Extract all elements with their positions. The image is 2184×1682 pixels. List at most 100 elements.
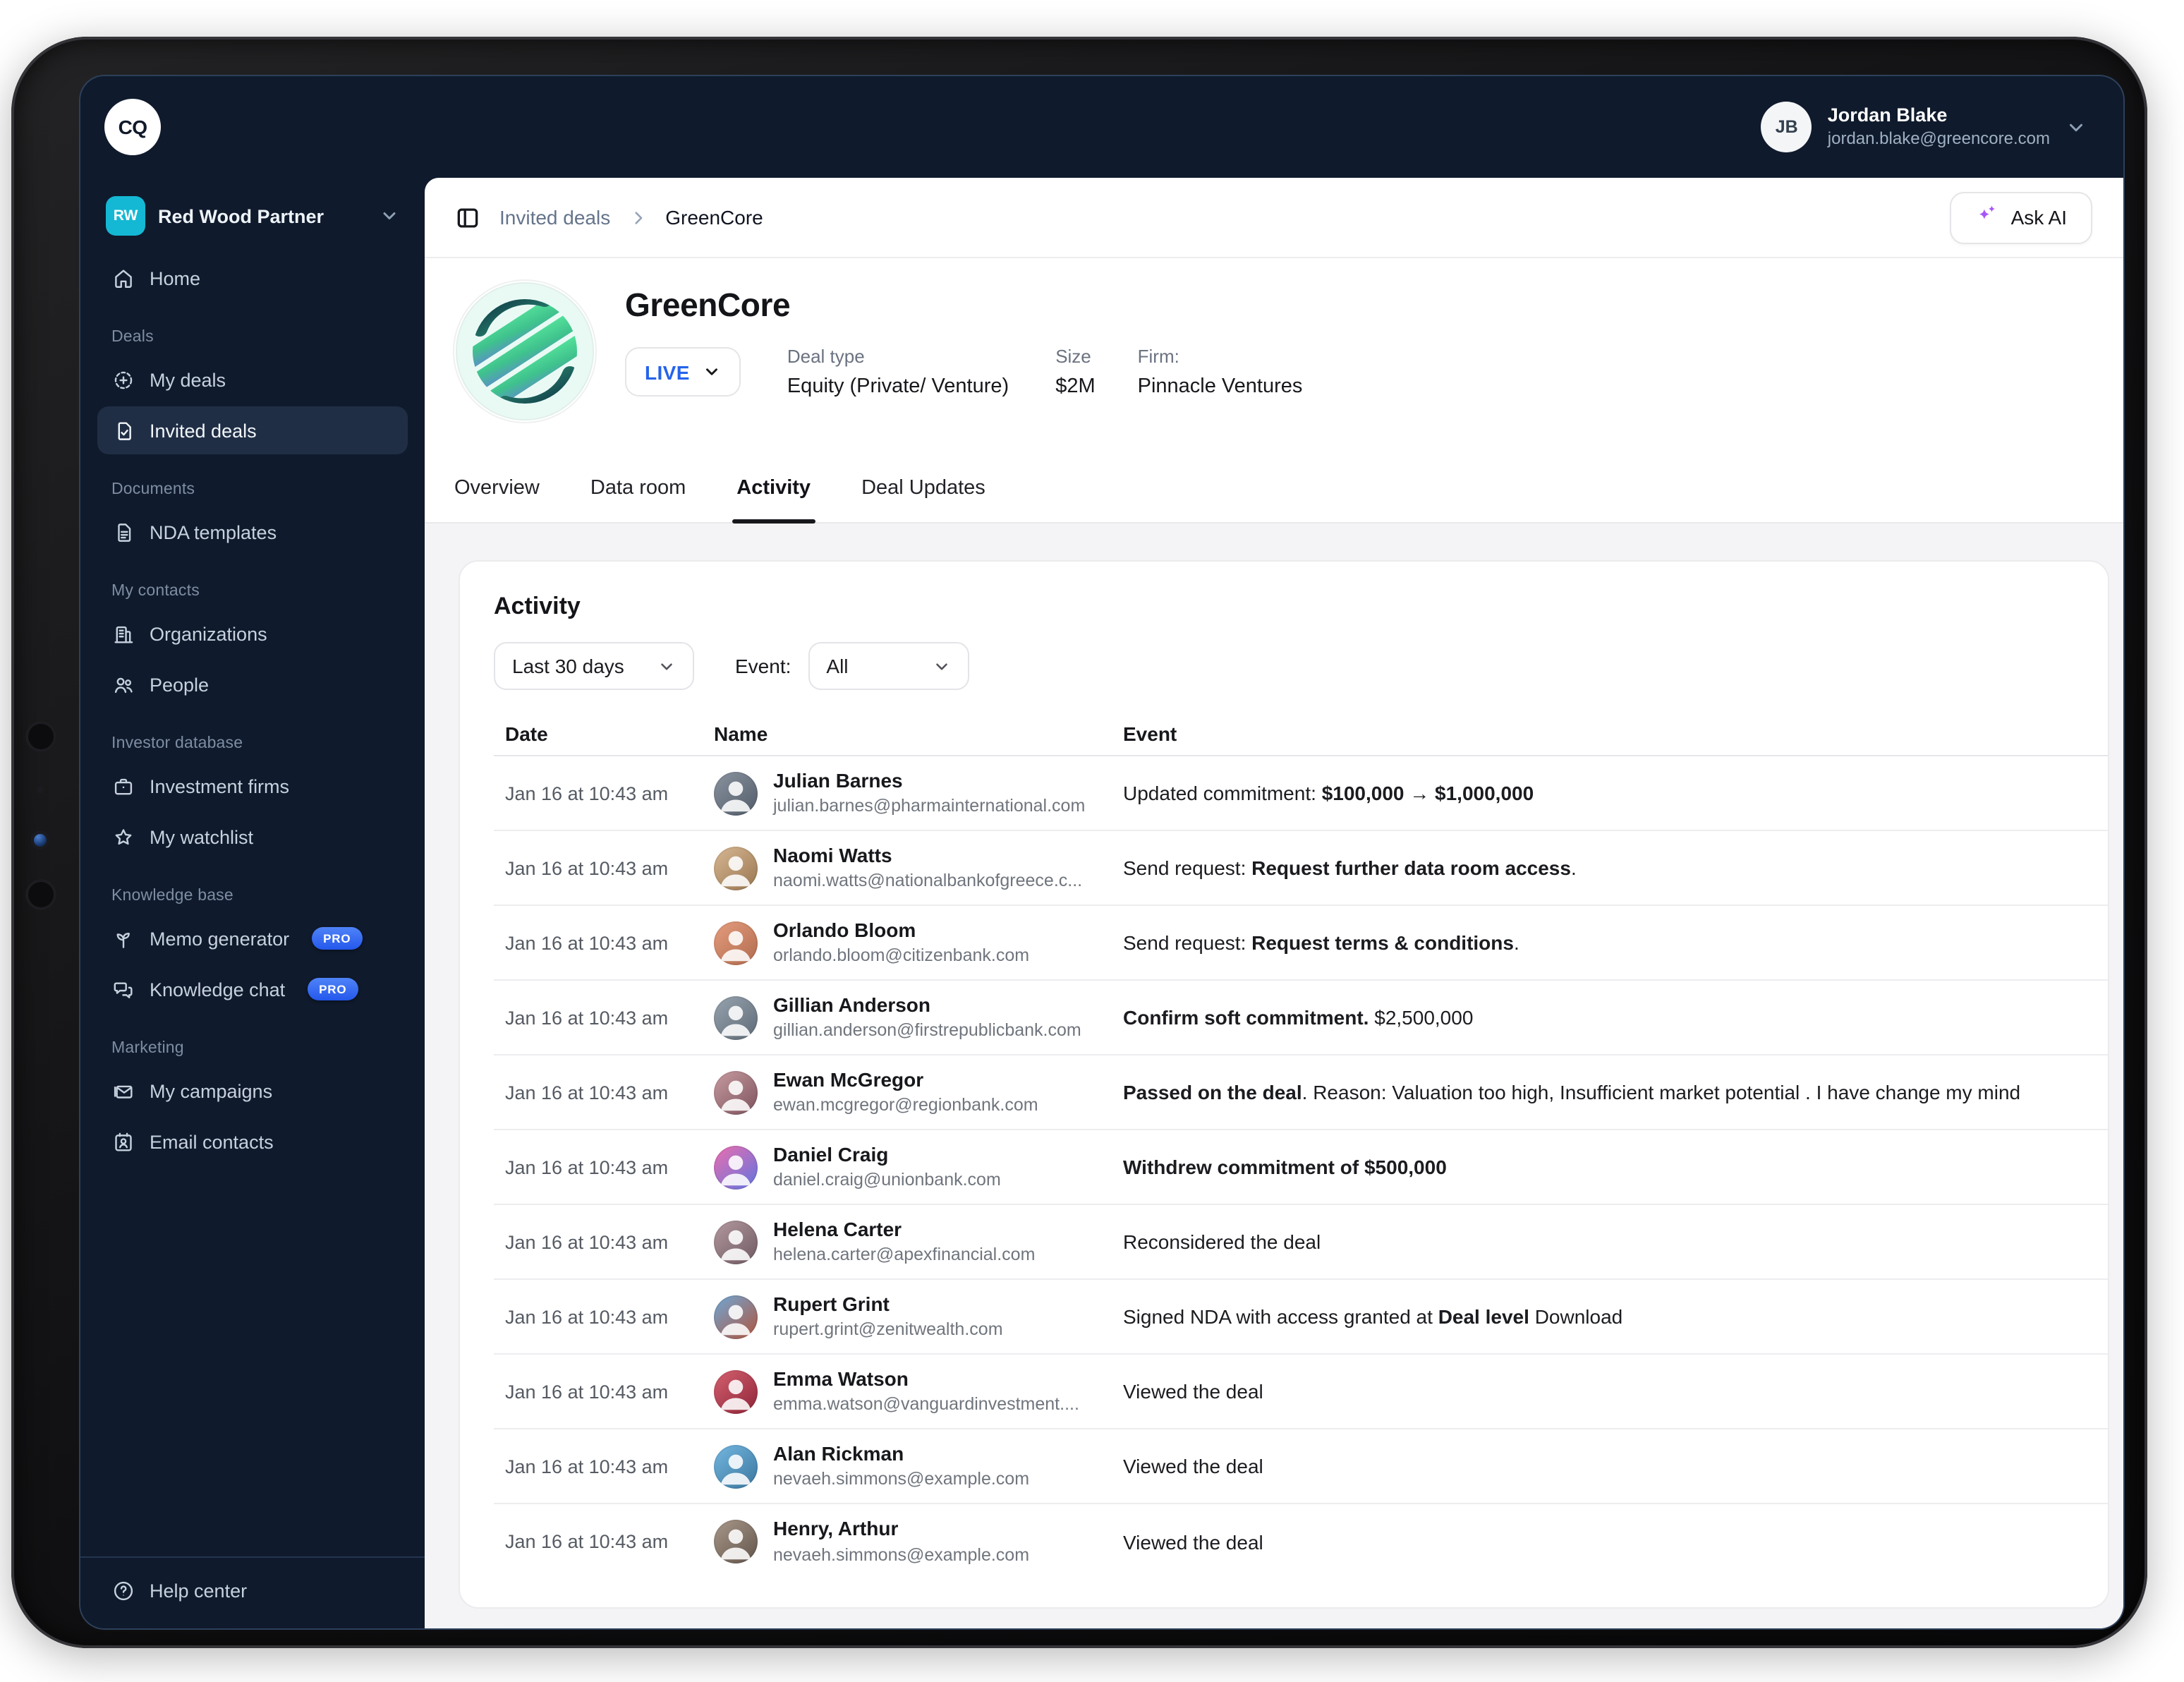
activity-event: Reconsidered the deal bbox=[1123, 1230, 2108, 1253]
avatar bbox=[714, 996, 758, 1039]
event-filter-label: Event: bbox=[735, 655, 791, 677]
mail-icon bbox=[111, 1079, 135, 1103]
sidebar-item-label: My campaigns bbox=[150, 1080, 272, 1101]
sidebar-item-my-campaigns[interactable]: My campaigns bbox=[97, 1067, 408, 1115]
contact-name: Rupert Grint bbox=[773, 1292, 1003, 1317]
contact-name: Naomi Watts bbox=[773, 843, 1082, 868]
sparkles-icon bbox=[1976, 202, 2000, 233]
activity-event: Signed NDA with access granted at Deal l… bbox=[1123, 1305, 2108, 1328]
activity-date: Jan 16 at 10:43 am bbox=[505, 1306, 714, 1327]
tab-deal-updates[interactable]: Deal Updates bbox=[861, 454, 985, 522]
breadcrumb-parent[interactable]: Invited deals bbox=[499, 206, 610, 229]
tab-overview[interactable]: Overview bbox=[454, 454, 540, 522]
event-filter-select[interactable]: All bbox=[808, 642, 969, 690]
activity-date: Jan 16 at 10:43 am bbox=[505, 1007, 714, 1028]
activity-date: Jan 16 at 10:43 am bbox=[505, 1156, 714, 1178]
table-row: Jan 16 at 10:43 amEwan McGregorewan.mcgr… bbox=[494, 1055, 2108, 1130]
camera-icon bbox=[25, 879, 56, 910]
activity-event: Confirm soft commitment. $2,500,000 bbox=[1123, 1006, 2108, 1029]
sidebar-item-people[interactable]: People bbox=[97, 660, 408, 708]
sidebar-item-label: Invited deals bbox=[150, 420, 257, 441]
sidebar-item-my-deals[interactable]: My deals bbox=[97, 356, 408, 404]
app-logo[interactable]: CQ bbox=[104, 99, 161, 155]
pro-badge: PRO bbox=[312, 928, 362, 950]
table-row: Jan 16 at 10:43 amNaomi Wattsnaomi.watts… bbox=[494, 831, 2108, 906]
contact-email: emma.watson@vanguardinvestment.... bbox=[773, 1393, 1079, 1416]
table-row: Jan 16 at 10:43 amAlan Rickmannevaeh.sim… bbox=[494, 1429, 2108, 1504]
sidebar-item-knowledge-chat[interactable]: Knowledge chatPRO bbox=[97, 965, 408, 1013]
sidebar-item-nda-templates[interactable]: NDA templates bbox=[97, 508, 408, 556]
sidebar-item-home[interactable]: Home bbox=[97, 254, 408, 302]
activity-title: Activity bbox=[494, 593, 2108, 621]
contact-email: orlando.bloom@citizenbank.com bbox=[773, 944, 1029, 967]
deal-field: Firm:Pinnacle Ventures bbox=[1138, 346, 1303, 398]
deal-fields: Deal typeEquity (Private/ Venture)Size$2… bbox=[741, 346, 1303, 398]
sidebar-item-organizations[interactable]: Organizations bbox=[97, 610, 408, 658]
table-header: Date Name Event bbox=[494, 711, 2108, 756]
activity-date: Jan 16 at 10:43 am bbox=[505, 1082, 714, 1103]
contact-email: gillian.anderson@firstrepublicbank.com bbox=[773, 1019, 1081, 1042]
contact-email: daniel.craig@unionbank.com bbox=[773, 1168, 1001, 1192]
sidebar-item-label: Memo generator bbox=[150, 928, 289, 949]
briefcase-icon bbox=[111, 774, 135, 798]
table-row: Jan 16 at 10:43 amHelena Carterhelena.ca… bbox=[494, 1205, 2108, 1280]
sidebar-item-label: Investment firms bbox=[150, 775, 289, 797]
top-bar: CQ JB Jordan Blake jordan.blake@greencor… bbox=[80, 76, 2123, 178]
help-icon bbox=[111, 1578, 135, 1602]
deal-status-dropdown[interactable]: LIVE bbox=[625, 347, 741, 397]
camera-icon bbox=[25, 721, 56, 752]
app-window: CQ JB Jordan Blake jordan.blake@greencor… bbox=[79, 75, 2125, 1630]
camera-lens-icon bbox=[31, 831, 49, 849]
deal-status-badge: LIVE bbox=[645, 361, 690, 383]
sidebar-item-investment-firms[interactable]: Investment firms bbox=[97, 762, 408, 810]
contact-email: naomi.watts@nationalbankofgreece.c... bbox=[773, 869, 1082, 893]
contact-name: Daniel Craig bbox=[773, 1142, 1001, 1167]
deal-field-value: $2M bbox=[1055, 375, 1095, 398]
tab-data-room[interactable]: Data room bbox=[590, 454, 686, 522]
user-email: jordan.blake@greencore.com bbox=[1828, 128, 2050, 150]
deal-logo bbox=[454, 281, 595, 422]
deal-title: GreenCore bbox=[625, 286, 2092, 325]
deal-header: GreenCore LIVE Deal typeEquity (Private/… bbox=[425, 257, 2123, 454]
star-icon bbox=[111, 825, 135, 849]
user-menu[interactable]: JB Jordan Blake jordan.blake@greencore.c… bbox=[1761, 102, 2087, 152]
table-row: Jan 16 at 10:43 am Gillian Andersongillia… bbox=[494, 981, 2108, 1055]
activity-event: Withdrew commitment of $500,000 bbox=[1123, 1156, 2108, 1178]
sidebar-item-label: Home bbox=[150, 267, 200, 289]
contact-name: Helena Carter bbox=[773, 1217, 1035, 1242]
workspace-switcher[interactable]: RW Red Wood Partner bbox=[97, 189, 408, 243]
sidebar-toggle-icon[interactable] bbox=[454, 204, 481, 231]
sidebar-item-my-watchlist[interactable]: My watchlist bbox=[97, 813, 408, 861]
contact-name: Henry, Arthur bbox=[773, 1517, 1029, 1542]
deal-field-label: Firm: bbox=[1138, 346, 1303, 367]
sidebar-item-label: Help center bbox=[150, 1580, 247, 1601]
tab-activity[interactable]: Activity bbox=[736, 454, 811, 522]
contact-card-icon bbox=[111, 1130, 135, 1154]
activity-event: Send request: Request further data room … bbox=[1123, 857, 2108, 879]
sidebar-item-invited-deals[interactable]: Invited deals bbox=[97, 406, 408, 454]
date-range-select[interactable]: Last 30 days bbox=[494, 642, 694, 690]
table-row: Jan 16 at 10:43 amEmma Watsonemma.watson… bbox=[494, 1355, 2108, 1429]
download-link[interactable]: Download bbox=[1535, 1305, 1623, 1328]
avatar bbox=[714, 1070, 758, 1114]
ask-ai-button[interactable]: Ask AI bbox=[1951, 191, 2092, 243]
workspace-badge: RW bbox=[106, 196, 145, 236]
sidebar-item-memo-generator[interactable]: Memo generator PRO bbox=[97, 914, 408, 962]
sidebar-item-label: Email contacts bbox=[150, 1131, 274, 1152]
avatar bbox=[714, 771, 758, 815]
avatar bbox=[714, 1220, 758, 1264]
activity-date: Jan 16 at 10:43 am bbox=[505, 1381, 714, 1402]
sidebar-item-email-contacts[interactable]: Email contacts bbox=[97, 1118, 408, 1166]
sidebar-item-label: My deals bbox=[150, 369, 226, 390]
chevron-down-icon bbox=[2065, 116, 2087, 138]
contact-name: Ewan McGregor bbox=[773, 1067, 1038, 1092]
pro-badge: PRO bbox=[308, 979, 358, 1000]
sidebar-section-label: Deals bbox=[111, 329, 394, 346]
sidebar-item-help-center[interactable]: Help center bbox=[97, 1566, 408, 1614]
deal-field: Deal typeEquity (Private/ Venture) bbox=[787, 346, 1009, 398]
avatar bbox=[714, 846, 758, 890]
column-header-name: Name bbox=[714, 722, 1123, 744]
activity-date: Jan 16 at 10:43 am bbox=[505, 1531, 714, 1552]
activity-event: Viewed the deal bbox=[1123, 1455, 2108, 1477]
contact-name: Gillian Anderson bbox=[773, 993, 1081, 1017]
